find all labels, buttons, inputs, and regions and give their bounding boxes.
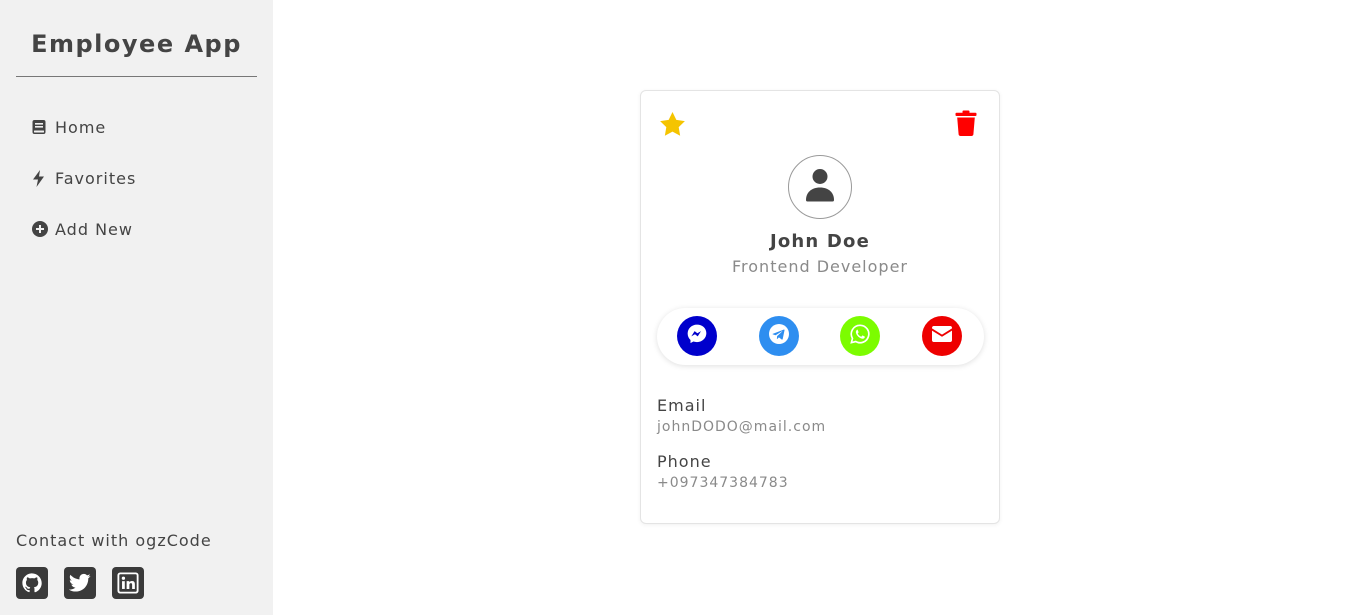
employee-title: Frontend Developer bbox=[732, 257, 908, 276]
contact-label: Contact with ogzCode bbox=[16, 531, 212, 550]
mail-button[interactable] bbox=[922, 316, 962, 356]
twitter-icon[interactable] bbox=[64, 567, 96, 599]
sidebar-item-home[interactable]: Home bbox=[32, 114, 136, 140]
sidebar: Employee App Home Favorites Add New Cont… bbox=[0, 0, 273, 615]
sidebar-nav: Home Favorites Add New bbox=[32, 114, 136, 267]
messenger-icon bbox=[686, 323, 708, 349]
telegram-button[interactable] bbox=[759, 316, 799, 356]
envelope-icon bbox=[932, 326, 952, 346]
phone-value: +097347384783 bbox=[657, 475, 789, 491]
phone-label: Phone bbox=[657, 452, 712, 471]
avatar bbox=[788, 155, 852, 219]
app-title: Employee App bbox=[31, 30, 242, 58]
linkedin-icon[interactable] bbox=[112, 567, 144, 599]
bolt-icon bbox=[32, 169, 50, 187]
github-icon[interactable] bbox=[16, 567, 48, 599]
email-value: johnDODO@mail.com bbox=[657, 419, 827, 435]
whatsapp-button[interactable] bbox=[840, 316, 880, 356]
sidebar-item-label: Add New bbox=[55, 219, 133, 239]
plus-circle-icon bbox=[32, 220, 50, 238]
messenger-button[interactable] bbox=[677, 316, 717, 356]
sidebar-item-add-new[interactable]: Add New bbox=[32, 216, 136, 242]
trash-icon[interactable] bbox=[955, 110, 977, 140]
sidebar-item-label: Favorites bbox=[55, 168, 137, 188]
contact-actions bbox=[657, 308, 984, 365]
star-icon[interactable] bbox=[659, 111, 686, 141]
email-label: Email bbox=[657, 396, 707, 415]
divider bbox=[16, 76, 257, 77]
telegram-icon bbox=[767, 322, 791, 350]
user-icon bbox=[805, 168, 835, 206]
whatsapp-icon bbox=[849, 323, 871, 349]
employee-name: John Doe bbox=[769, 231, 871, 252]
employee-card: John Doe Frontend Developer Email johnDO… bbox=[640, 90, 1000, 524]
book-icon bbox=[32, 118, 50, 136]
sidebar-item-favorites[interactable]: Favorites bbox=[32, 165, 136, 191]
social-links bbox=[16, 567, 160, 599]
sidebar-item-label: Home bbox=[55, 117, 107, 137]
